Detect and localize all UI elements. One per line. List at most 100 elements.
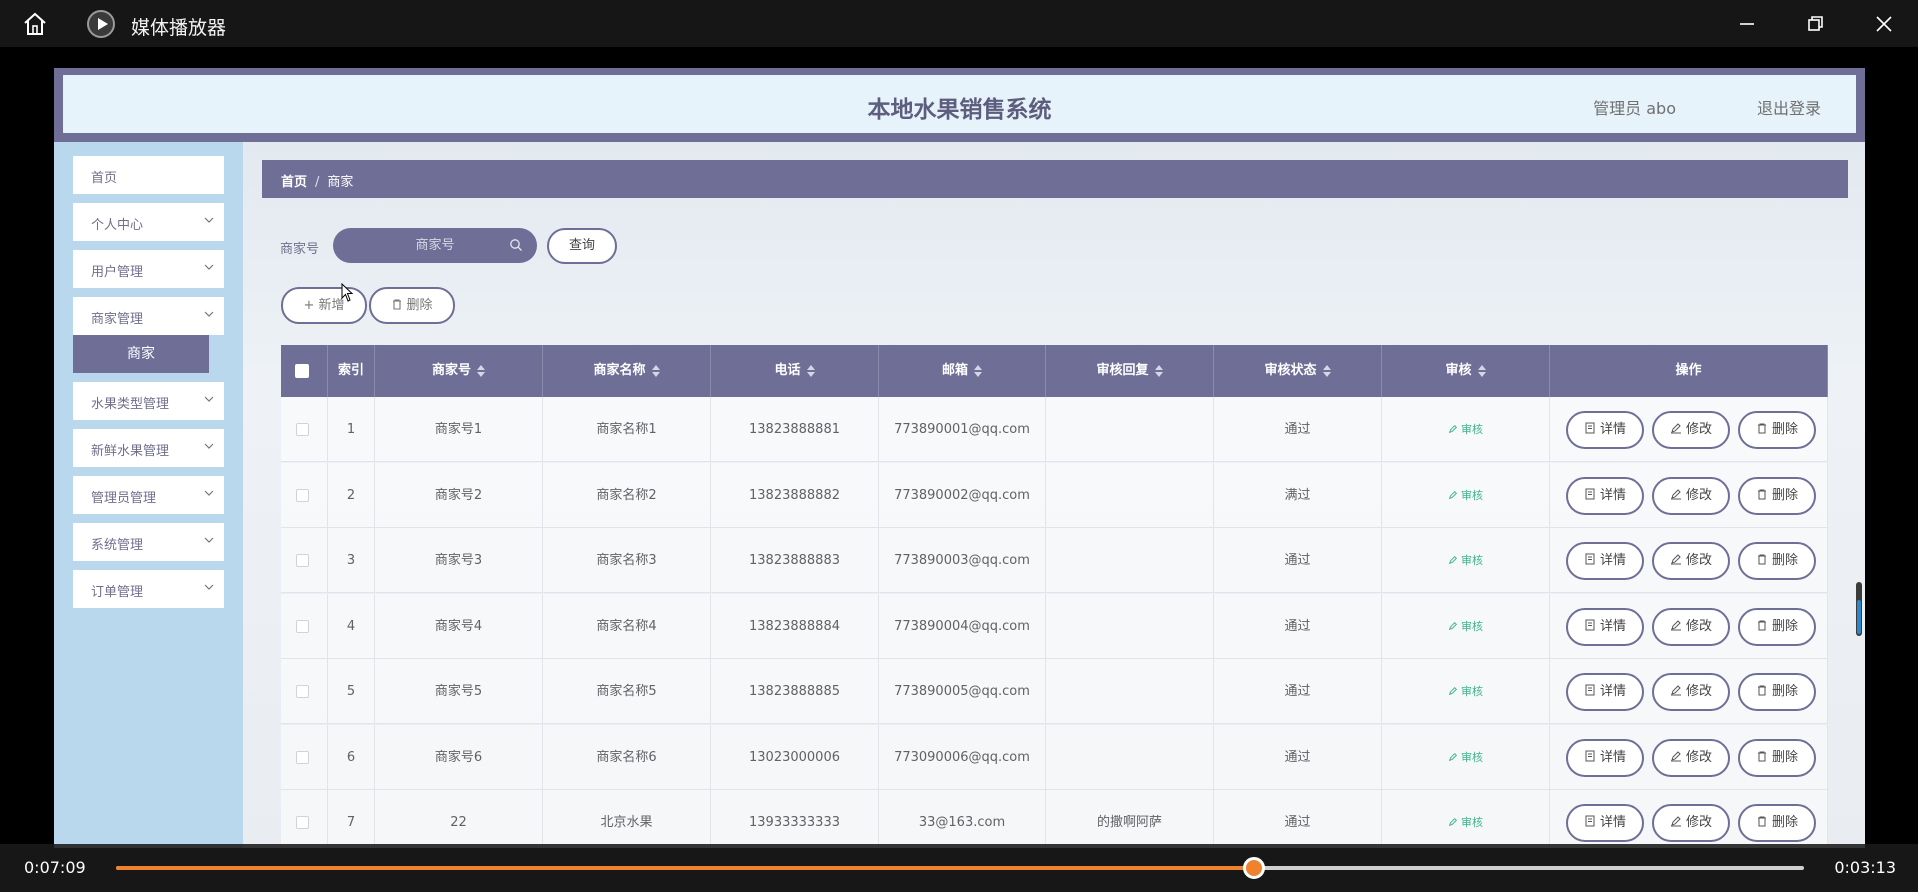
sidebar-item-fruit-type-management[interactable]: 水果类型管理 bbox=[73, 382, 224, 420]
detail-button[interactable]: 详情 bbox=[1566, 411, 1644, 449]
row-checkbox[interactable] bbox=[296, 750, 309, 764]
sidebar-item-system-management[interactable]: 系统管理 bbox=[73, 523, 224, 561]
audit-link[interactable]: 审核 bbox=[1448, 554, 1483, 567]
row-checkbox[interactable] bbox=[296, 423, 309, 436]
row-checkbox[interactable] bbox=[296, 685, 309, 698]
audit-link[interactable]: 审核 bbox=[1448, 685, 1483, 698]
column-header-label: 审核状态 bbox=[1264, 363, 1317, 378]
column-header[interactable]: 商家号 bbox=[375, 345, 543, 397]
sidebar-submenu-merchant[interactable]: 商家 bbox=[73, 335, 209, 373]
sort-icon[interactable] bbox=[806, 364, 815, 377]
column-header[interactable]: 审核 bbox=[1382, 345, 1550, 397]
cell-index: 5 bbox=[328, 659, 375, 724]
sort-icon[interactable] bbox=[974, 364, 982, 377]
detail-button[interactable]: 详情 bbox=[1566, 673, 1644, 711]
cell-phone: 13823888882 bbox=[711, 462, 879, 528]
restore-icon[interactable] bbox=[1803, 12, 1827, 36]
document-icon bbox=[1585, 488, 1595, 499]
sidebar-item-merchant-management[interactable]: 商家管理 bbox=[73, 297, 224, 335]
delete-label: 删除 bbox=[1771, 618, 1798, 634]
edit-button[interactable]: 修改 bbox=[1652, 542, 1730, 580]
delete-button[interactable]: 删除 bbox=[1738, 476, 1816, 515]
edit-button[interactable]: 修改 bbox=[1652, 738, 1730, 777]
sidebar-item-fresh-fruit-management[interactable]: 新鲜水果管理 bbox=[73, 429, 224, 467]
delete-button[interactable]: 删除 bbox=[1738, 411, 1816, 449]
delete-button[interactable]: 删除 bbox=[1738, 673, 1816, 711]
audit-link[interactable]: 审核 bbox=[1448, 620, 1483, 633]
detail-label: 详情 bbox=[1599, 422, 1626, 437]
chevron-down-icon bbox=[204, 217, 214, 223]
edit-button[interactable]: 修改 bbox=[1652, 607, 1730, 646]
sidebar-item-user-management[interactable]: 用户管理 bbox=[73, 250, 224, 288]
column-header-label: 审核回复 bbox=[1096, 363, 1149, 378]
sidebar-item-admin-management[interactable]: 管理员管理 bbox=[73, 476, 224, 514]
sort-icon[interactable] bbox=[651, 364, 660, 377]
batch-delete-label: 删除 bbox=[406, 298, 433, 313]
audit-link[interactable]: 审核 bbox=[1448, 489, 1483, 502]
column-header[interactable]: 审核状态 bbox=[1214, 345, 1382, 397]
detail-button[interactable]: 详情 bbox=[1566, 607, 1644, 646]
column-header[interactable]: 邮箱 bbox=[879, 345, 1046, 397]
select-all-checkbox[interactable] bbox=[295, 364, 309, 378]
edit-button[interactable]: 修改 bbox=[1652, 411, 1730, 449]
column-header[interactable]: 商家名称 bbox=[543, 345, 711, 397]
delete-button[interactable]: 删除 bbox=[1738, 607, 1816, 646]
detail-button[interactable]: 详情 bbox=[1566, 738, 1644, 777]
delete-button[interactable]: 删除 bbox=[1738, 738, 1816, 777]
detail-button[interactable]: 详情 bbox=[1566, 542, 1644, 580]
page-scrollbar-thumb[interactable] bbox=[1857, 600, 1861, 634]
trash-icon bbox=[1757, 554, 1766, 565]
audit-link[interactable]: 审核 bbox=[1448, 751, 1483, 764]
minimize-icon[interactable] bbox=[1735, 12, 1759, 36]
row-checkbox[interactable] bbox=[296, 619, 309, 633]
sort-icon[interactable] bbox=[1154, 364, 1163, 377]
column-header[interactable]: 电话 bbox=[711, 345, 879, 397]
edit-button[interactable]: 修改 bbox=[1652, 673, 1730, 711]
detail-button[interactable]: 详情 bbox=[1566, 804, 1644, 842]
audit-label: 审核 bbox=[1461, 488, 1483, 502]
header-panel: 本地水果销售系统 管理员 abo 退出登录 bbox=[63, 75, 1856, 133]
batch-delete-button[interactable]: 删除 bbox=[369, 287, 455, 324]
operations-cell: 详情 修改 删除 bbox=[1550, 790, 1828, 848]
sidebar-item-label: 系统管理 bbox=[91, 538, 144, 553]
detail-label: 详情 bbox=[1599, 815, 1626, 830]
sidebar-item-order-management[interactable]: 订单管理 bbox=[73, 570, 224, 608]
edit-icon bbox=[1448, 490, 1458, 499]
audit-label: 审核 bbox=[1461, 423, 1483, 436]
row-checkbox[interactable] bbox=[296, 488, 309, 502]
sort-icon[interactable] bbox=[1477, 364, 1486, 377]
audit-cell: 审核 bbox=[1382, 659, 1550, 724]
sidebar-item-personal-center[interactable]: 个人中心 bbox=[73, 203, 224, 241]
cell-status: 满过 bbox=[1214, 462, 1382, 528]
breadcrumb-home[interactable]: 首页 bbox=[281, 175, 307, 190]
audit-link[interactable]: 审核 bbox=[1448, 816, 1483, 829]
audit-label: 审核 bbox=[1461, 685, 1483, 698]
cell-email: 773890002@qq.com bbox=[879, 462, 1046, 528]
seek-bar[interactable] bbox=[116, 857, 1804, 879]
column-header[interactable]: 审核回复 bbox=[1046, 345, 1214, 397]
audit-link[interactable]: 审核 bbox=[1448, 423, 1483, 436]
edit-button[interactable]: 修改 bbox=[1652, 476, 1730, 515]
search-input[interactable] bbox=[333, 228, 537, 263]
edit-icon bbox=[1448, 752, 1458, 761]
close-icon[interactable] bbox=[1872, 12, 1896, 36]
cell-phone: 13823888884 bbox=[711, 593, 879, 659]
home-icon[interactable] bbox=[22, 11, 48, 37]
row-checkbox[interactable] bbox=[296, 816, 309, 829]
sidebar-item-home[interactable]: 首页 bbox=[73, 156, 224, 194]
sort-icon[interactable] bbox=[477, 364, 485, 377]
delete-label: 删除 bbox=[1771, 749, 1798, 765]
row-checkbox[interactable] bbox=[296, 554, 309, 567]
edit-button[interactable]: 修改 bbox=[1652, 804, 1730, 842]
cell-index: 1 bbox=[328, 397, 375, 462]
sidebar-item-label: 用户管理 bbox=[91, 265, 144, 280]
seek-bar-thumb[interactable] bbox=[1242, 857, 1265, 879]
sort-icon[interactable] bbox=[1322, 364, 1331, 377]
logout-link[interactable]: 退出登录 bbox=[1757, 95, 1821, 119]
query-button[interactable]: 查询 bbox=[547, 228, 617, 264]
cell-id: 商家号1 bbox=[375, 397, 543, 462]
delete-button[interactable]: 删除 bbox=[1738, 542, 1816, 580]
search-label: 商家号 bbox=[280, 242, 320, 257]
delete-button[interactable]: 删除 bbox=[1738, 804, 1816, 842]
detail-button[interactable]: 详情 bbox=[1566, 476, 1644, 515]
